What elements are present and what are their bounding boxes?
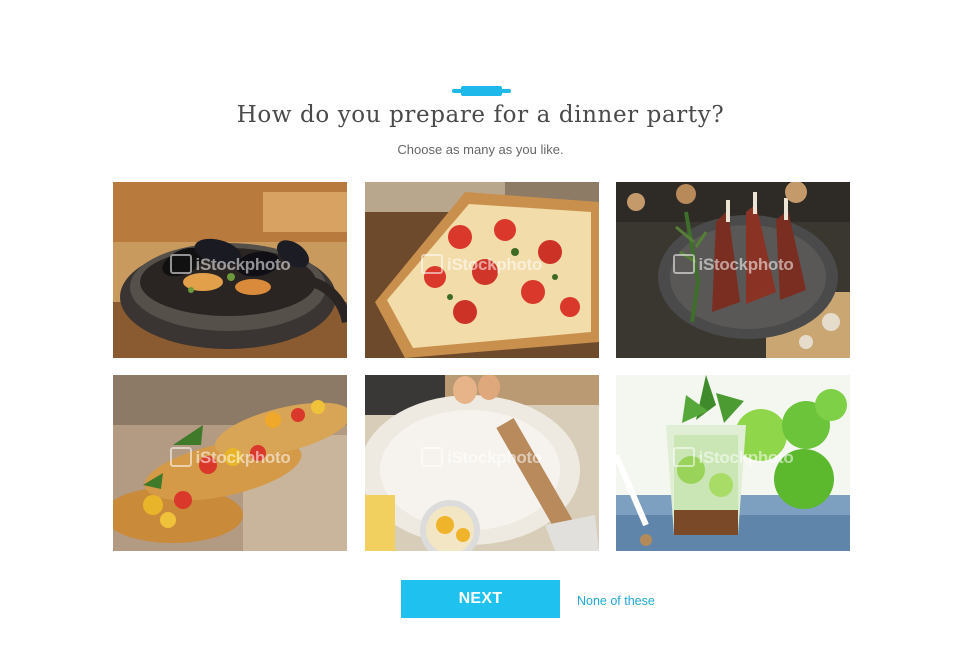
rolling-pin-icon: [452, 86, 511, 96]
next-button[interactable]: NEXT: [401, 580, 560, 618]
option-tile-lamb-chops[interactable]: iStockphoto: [616, 182, 850, 358]
none-of-these-link[interactable]: None of these: [577, 594, 655, 608]
options-grid: iStockphoto iStockphoto iStockphoto iSto…: [113, 182, 850, 551]
option-tile-pizza[interactable]: iStockphoto: [364, 182, 599, 358]
option-tile-mojito[interactable]: iStockphoto: [616, 375, 850, 551]
baking-flour-image: [364, 375, 599, 551]
bruschetta-image: [113, 375, 347, 551]
mojito-image: [616, 375, 850, 551]
option-tile-mussels[interactable]: iStockphoto: [113, 182, 347, 358]
mussels-image: [113, 182, 347, 358]
pizza-image: [364, 182, 599, 358]
question-title: How do you prepare for a dinner party?: [236, 102, 725, 128]
question-subtitle: Choose as many as you like.: [397, 142, 564, 157]
lamb-chops-image: [616, 182, 850, 358]
option-tile-baking-flour[interactable]: iStockphoto: [364, 375, 599, 551]
option-tile-bruschetta[interactable]: iStockphoto: [113, 375, 347, 551]
